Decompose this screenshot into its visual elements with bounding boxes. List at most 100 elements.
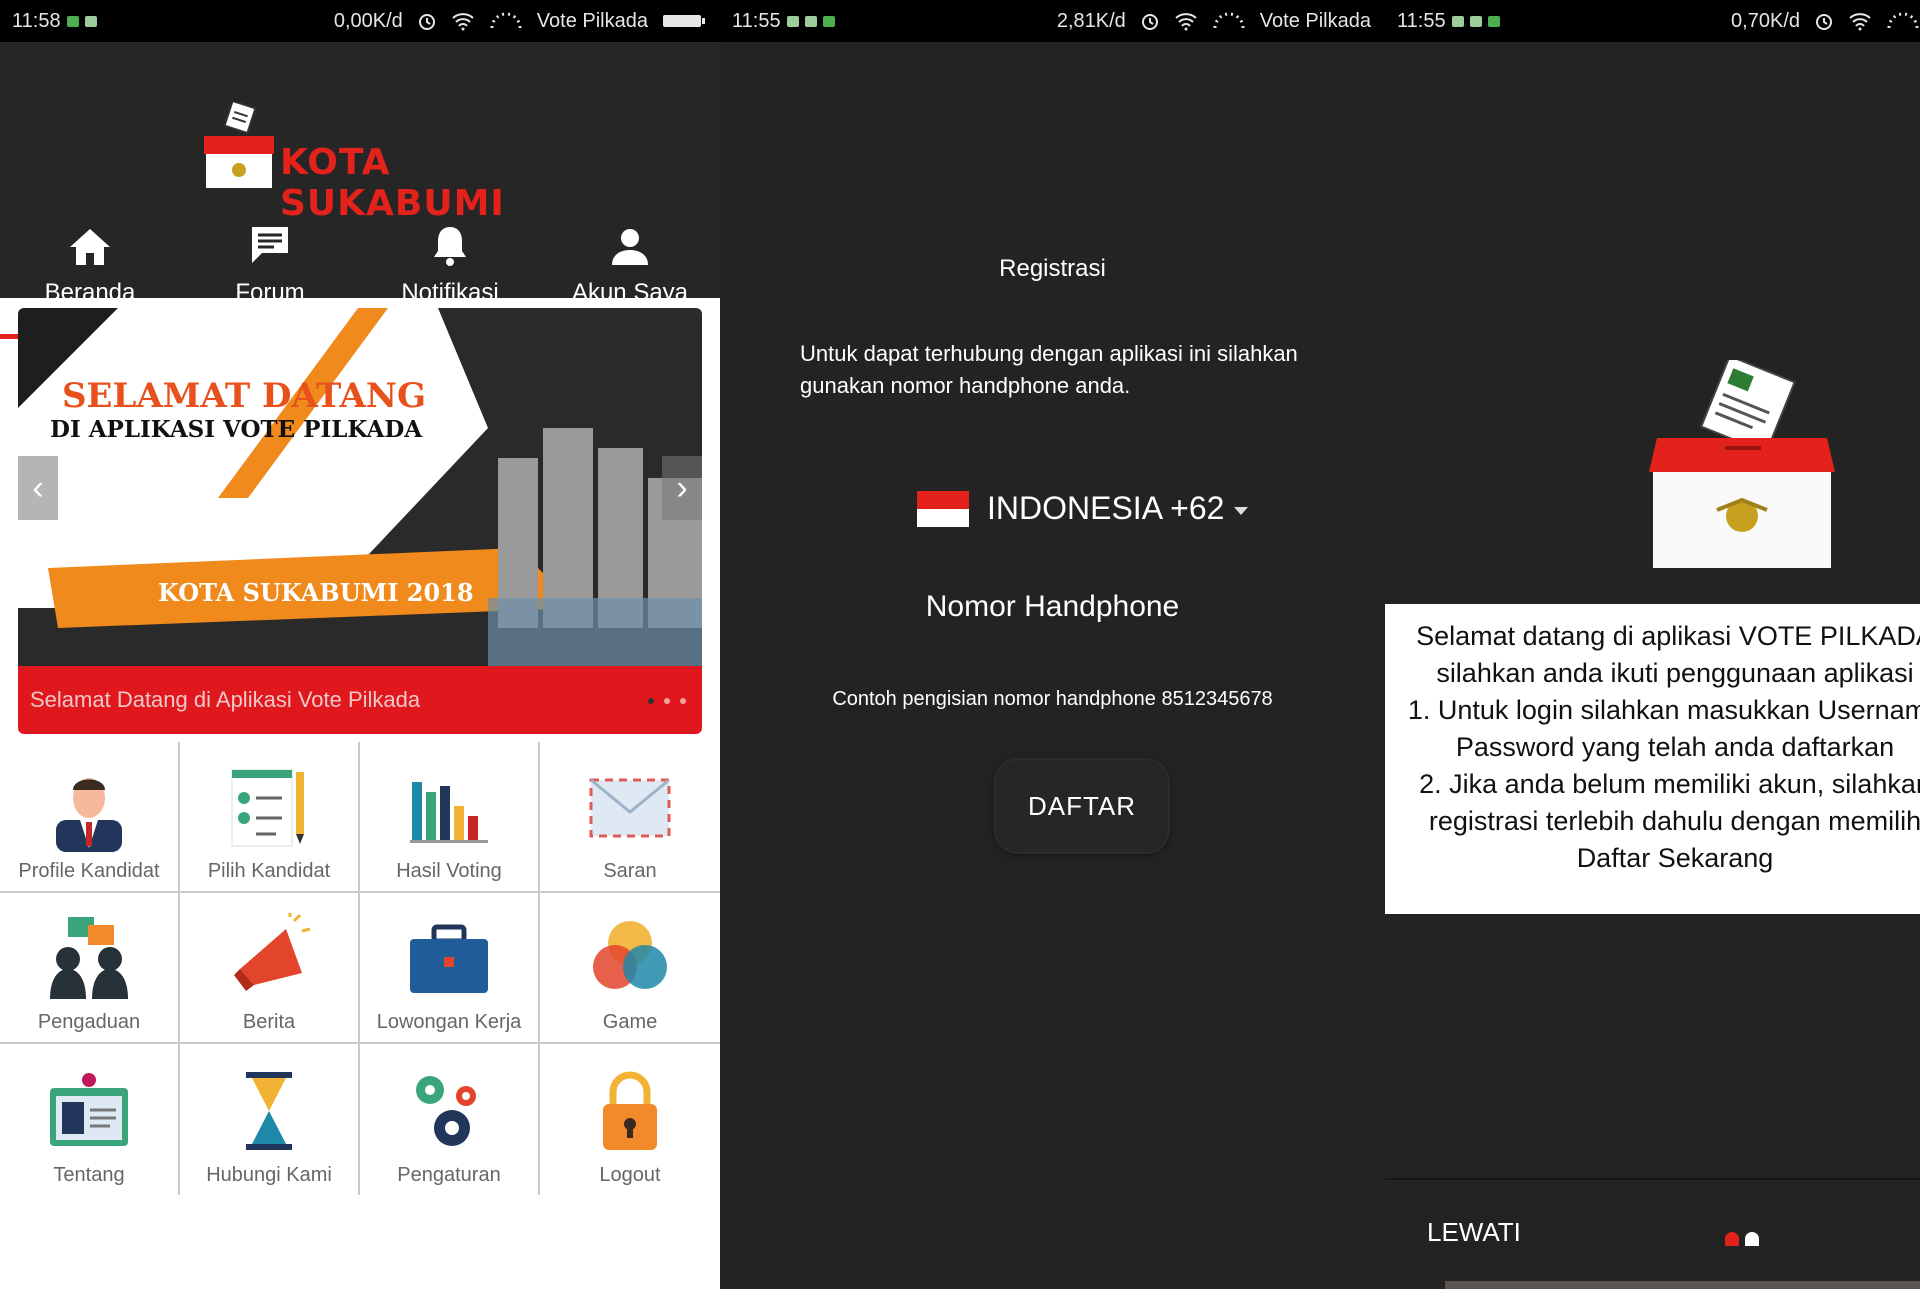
checklist-icon	[231, 769, 304, 847]
padlock-icon	[603, 1071, 657, 1150]
instruction-line: silahkan anda ikuti penggunaan aplikasi	[1436, 658, 1914, 688]
instruction-line: Daftar Sekarang	[1576, 843, 1774, 873]
notification-icon	[66, 15, 79, 27]
menu-label: Pengaturan	[397, 1164, 501, 1186]
loading-icon	[1887, 12, 1919, 29]
briefcase-icon	[410, 924, 488, 993]
tab-label: Notifikasi	[401, 279, 499, 306]
menu-hubungi-kami[interactable]: Hubungi Kami	[180, 1044, 360, 1195]
ballot-box-icon	[1649, 360, 1835, 568]
menu-label: Tentang	[53, 1164, 125, 1186]
menu-label: Lowongan Kerja	[376, 1011, 522, 1033]
country-selector[interactable]: INDONESIA +62	[917, 490, 1249, 527]
app-logo: KOTA SUKABUMI	[200, 102, 560, 224]
candidate-profile-icon	[56, 778, 122, 852]
carrier-name: Vote Pilkada	[1259, 9, 1371, 32]
menu-profile-kandidat[interactable]: Profile Kandidat	[0, 742, 180, 893]
skip-button[interactable]: LEWATI	[1427, 1217, 1521, 1248]
status-bar: 11:58 0,00K/d Vote Pilkada	[0, 0, 720, 42]
instruction-line: Selamat datang di aplikasi VOTE PILKADA	[1416, 621, 1920, 651]
menu-berita[interactable]: Berita	[180, 893, 360, 1044]
loading-icon	[490, 12, 522, 29]
envelope-icon	[589, 778, 671, 838]
banner-line1: SELAMAT DATANG	[62, 376, 426, 416]
menu-grid: Profile Kandidat Pilih Kandidat Hasil Vo…	[0, 742, 720, 1195]
instruction-line: Password yang telah anda daftarkan	[1455, 732, 1895, 762]
notification-icon	[786, 15, 799, 27]
complaint-icon	[50, 917, 128, 999]
next-slide-preview	[1445, 1281, 1920, 1289]
notification-icon	[1451, 15, 1464, 27]
registration-screen: 11:55 2,81K/d Vote Pilkada Registrasi Un…	[720, 0, 1385, 1289]
status-bar: 11:55 2,81K/d Vote Pilkada	[720, 0, 1385, 42]
banner-illustration	[18, 308, 702, 666]
divider	[1385, 1178, 1920, 1180]
register-button[interactable]: DAFTAR	[996, 760, 1168, 852]
carousel-indicator	[648, 698, 686, 704]
menu-label: Game	[602, 1011, 658, 1033]
loading-icon	[1213, 12, 1245, 29]
banner-line2: DI APLIKASI VOTE PILKADA	[50, 416, 423, 443]
status-time: 11:55	[1397, 9, 1446, 32]
network-speed: 0,00K/d	[333, 9, 403, 32]
menu-label: Saran	[603, 860, 657, 882]
notification-icon	[804, 15, 817, 27]
megaphone-icon	[234, 913, 311, 991]
notification-icon	[822, 15, 835, 27]
menu-lowongan-kerja[interactable]: Lowongan Kerja	[360, 893, 540, 1044]
network-speed: 0,70K/d	[1731, 9, 1800, 32]
notification-icon	[1487, 15, 1500, 27]
banner-caption: Selamat Datang di Aplikasi Vote Pilkada	[18, 666, 702, 734]
alarm-icon	[1141, 14, 1158, 30]
menu-tentang[interactable]: Tentang	[0, 1044, 180, 1195]
menu-label: Pilih Kandidat	[207, 860, 331, 882]
bar-chart-icon	[410, 782, 488, 843]
status-bar: 11:55 0,70K/d	[1385, 0, 1920, 42]
home-icon	[70, 229, 110, 265]
onboarding-screen: 11:55 0,70K/d Selamat datang di aplikasi…	[1385, 0, 1920, 1289]
color-circles-icon	[593, 921, 667, 989]
banner-ribbon: KOTA SUKABUMI 2018	[158, 578, 474, 607]
country-code: INDONESIA +62	[987, 490, 1225, 526]
phone-number-field[interactable]: Nomor Handphone	[720, 590, 1385, 624]
instruction-card: Selamat datang di aplikasi VOTE PILKADA …	[1385, 604, 1920, 914]
welcome-banner-carousel[interactable]: SELAMAT DATANG DI APLIKASI VOTE PILKADA …	[18, 308, 702, 734]
menu-label: Profile Kandidat	[18, 860, 160, 882]
menu-game[interactable]: Game	[540, 893, 720, 1044]
user-icon	[612, 229, 648, 265]
menu-pilih-kandidat[interactable]: Pilih Kandidat	[180, 742, 360, 893]
menu-hasil-voting[interactable]: Hasil Voting	[360, 742, 540, 893]
wifi-icon	[1175, 13, 1197, 31]
gears-icon	[416, 1076, 476, 1146]
tab-label: Forum	[235, 279, 305, 306]
app-header: KOTA SUKABUMI Beranda Forum Notifikasi A…	[0, 42, 720, 339]
menu-saran[interactable]: Saran	[540, 742, 720, 893]
status-time: 11:55	[732, 9, 781, 32]
wifi-icon	[452, 13, 474, 31]
menu-label: Hasil Voting	[396, 860, 502, 882]
network-speed: 2,81K/d	[1056, 9, 1126, 32]
hourglass-icon	[246, 1072, 292, 1150]
carousel-prev-button[interactable]: ‹	[18, 456, 58, 520]
city-name: KOTA SUKABUMI	[280, 142, 505, 224]
tab-label: Beranda	[44, 279, 136, 306]
tab-label: Akun Saya	[571, 279, 689, 306]
battery-icon	[663, 15, 705, 27]
caption-text: Selamat Datang di Aplikasi Vote Pilkada	[30, 687, 421, 712]
instruction-text: Selamat datang di aplikasi VOTE PILKADA …	[1385, 618, 1920, 877]
menu-pengaturan[interactable]: Pengaturan	[360, 1044, 540, 1195]
wifi-icon	[1849, 13, 1871, 31]
instruction-line: 1. Untuk login silahkan masukkan Usernam…	[1407, 695, 1920, 725]
bell-icon	[434, 227, 466, 266]
menu-logout[interactable]: Logout	[540, 1044, 720, 1195]
carousel-next-button[interactable]: ›	[662, 456, 702, 520]
notification-icon	[84, 15, 97, 27]
home-screen: 11:58 0,00K/d Vote Pilkada KOTA SUKABUMI	[0, 0, 720, 1289]
phone-example-hint: Contoh pengisian nomor handphone 8512345…	[832, 688, 1273, 710]
page-indicator	[1725, 1232, 1759, 1246]
instruction-line: registrasi terlebih dahulu dengan memili…	[1428, 806, 1920, 836]
indonesia-flag-icon	[917, 490, 969, 527]
menu-label: Berita	[242, 1011, 296, 1033]
chat-icon	[252, 227, 288, 263]
menu-pengaduan[interactable]: Pengaduan	[0, 893, 180, 1044]
